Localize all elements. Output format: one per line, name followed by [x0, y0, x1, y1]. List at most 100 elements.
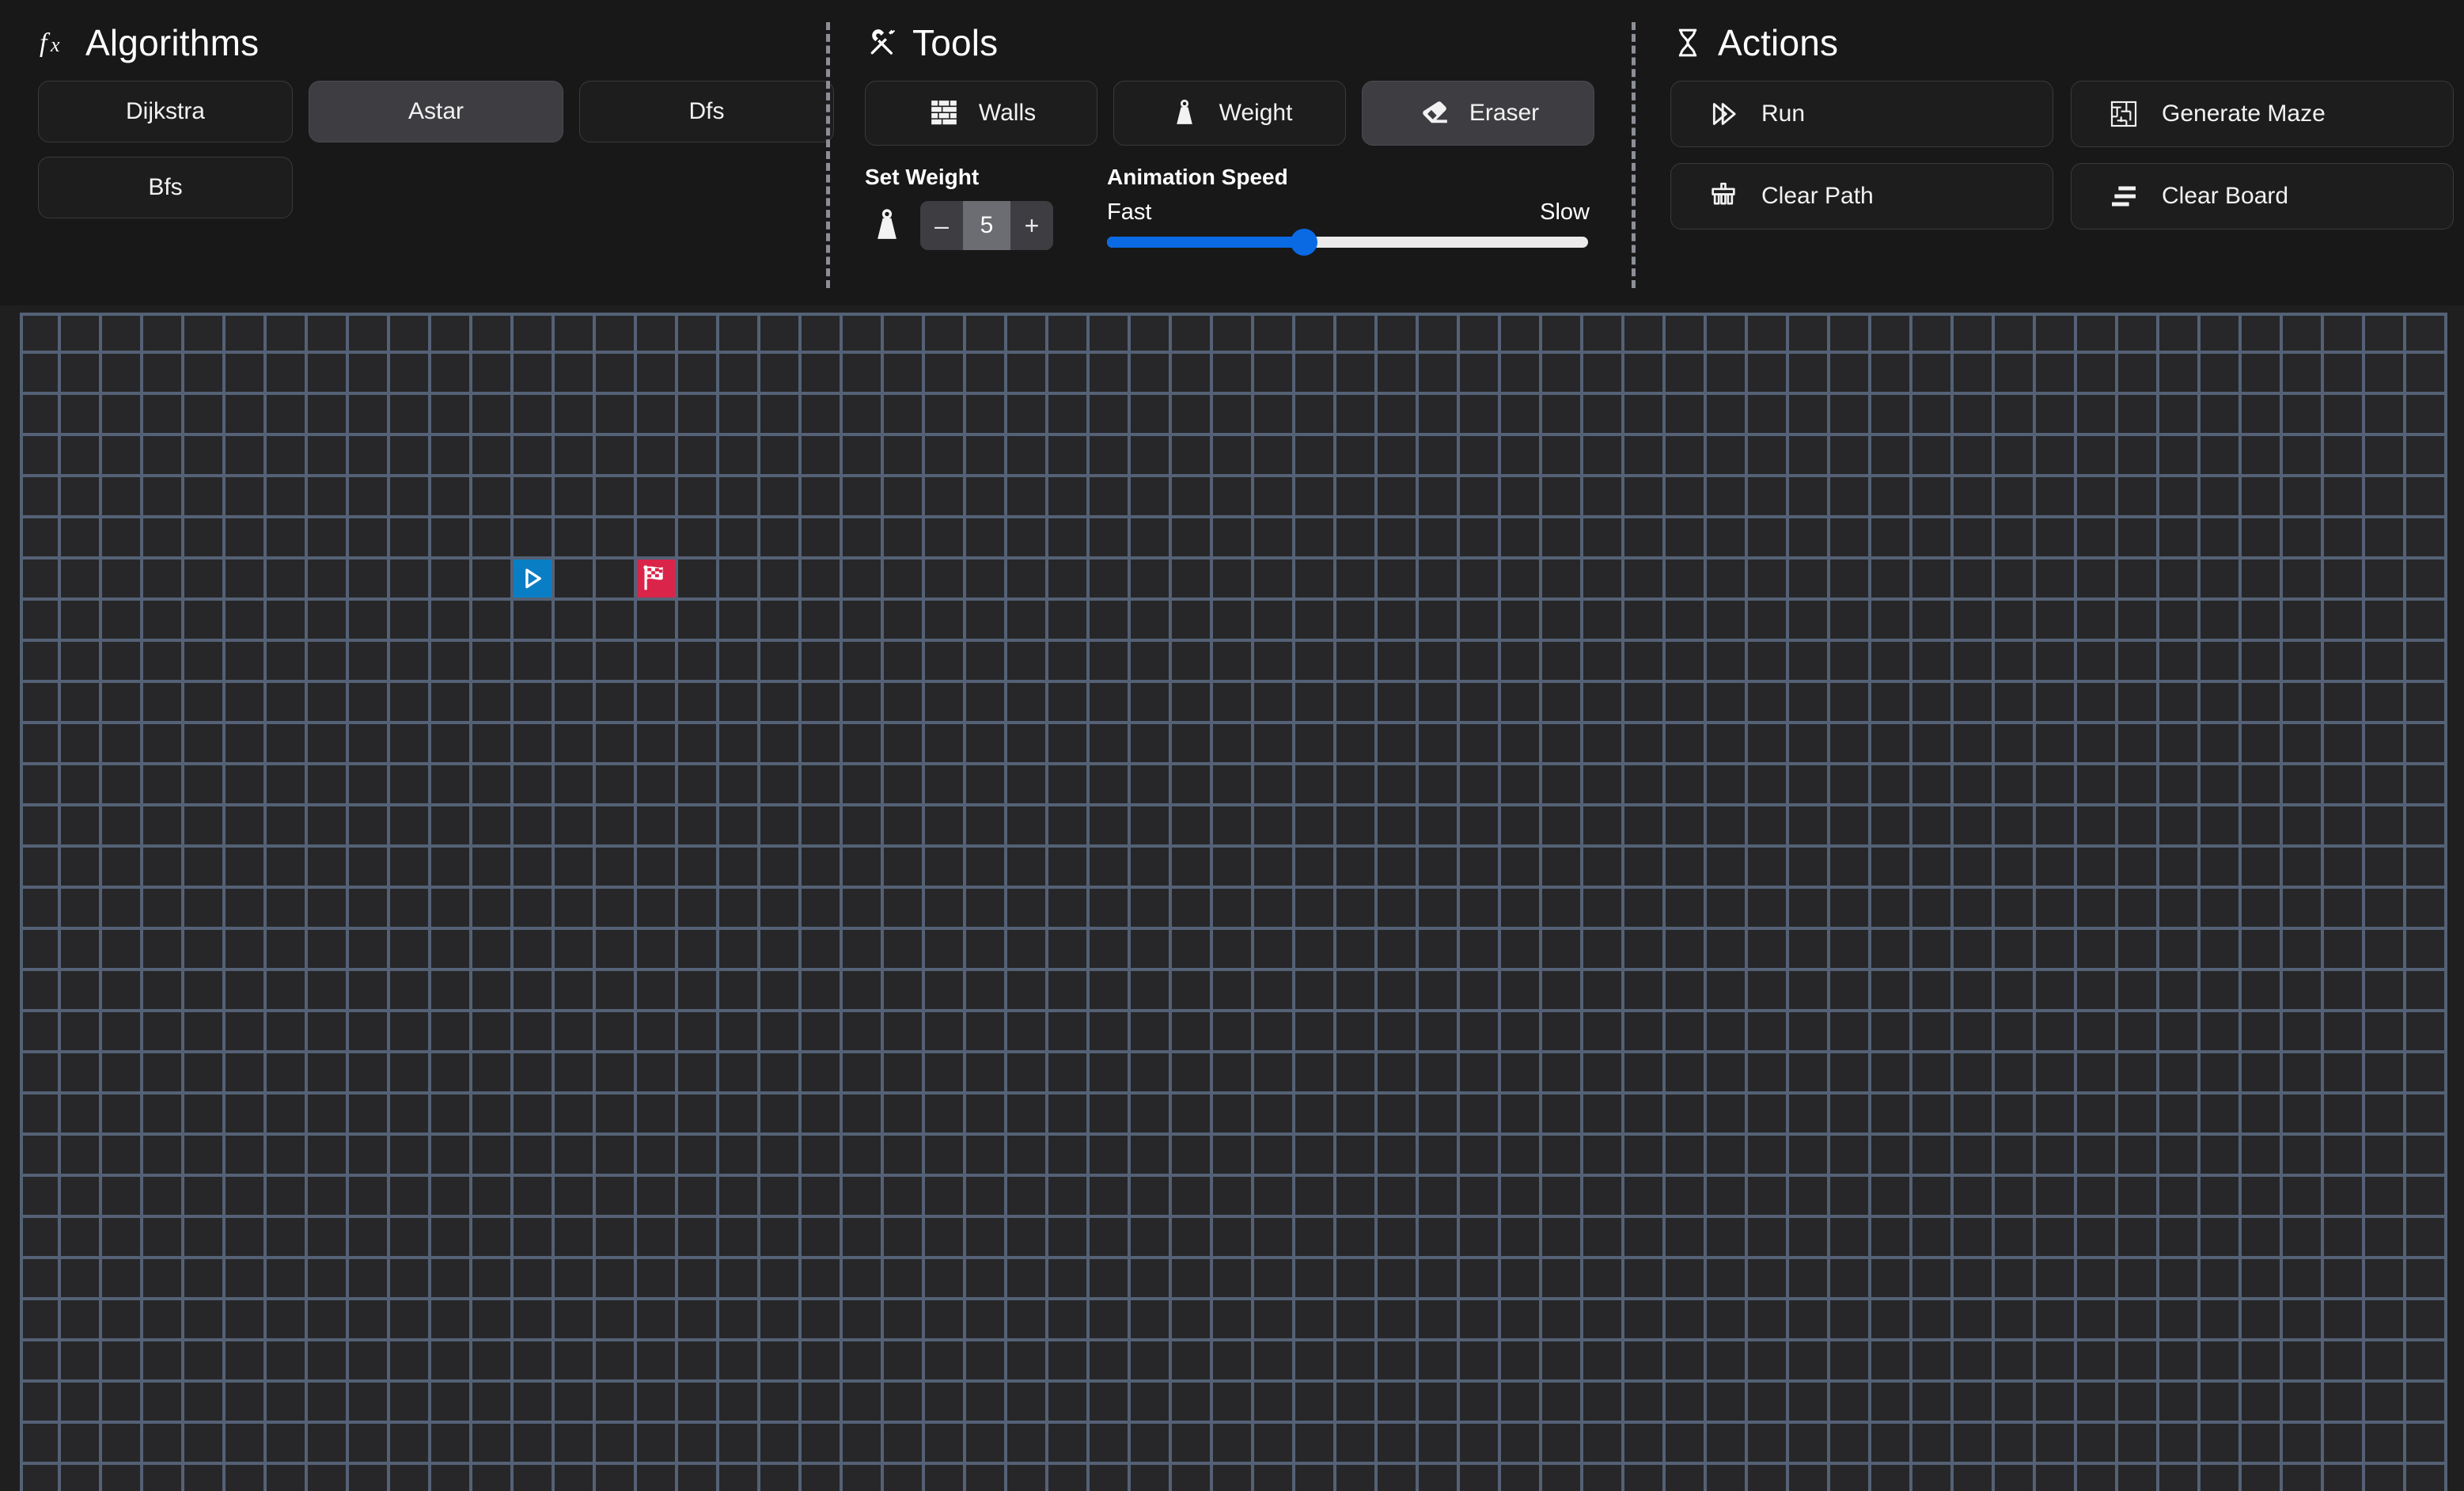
grid-cell[interactable]: [20, 683, 61, 724]
grid-cell[interactable]: [2242, 930, 2283, 971]
grid-cell[interactable]: [184, 395, 226, 436]
grid-cell[interactable]: [2077, 683, 2118, 724]
grid-cell[interactable]: [1871, 560, 1912, 601]
grid-cell[interactable]: [20, 971, 61, 1012]
grid-cell[interactable]: [143, 724, 184, 765]
grid-cell[interactable]: [184, 848, 226, 889]
grid-cell[interactable]: [226, 1383, 267, 1424]
grid-cell[interactable]: [678, 1053, 719, 1095]
grid-cell[interactable]: [2159, 1012, 2201, 1053]
grid-cell[interactable]: [2242, 601, 2283, 642]
grid-cell[interactable]: [2118, 848, 2159, 889]
grid-cell[interactable]: [2406, 560, 2447, 601]
grid-cell[interactable]: [1995, 1300, 2036, 1341]
grid-cell[interactable]: [1048, 724, 1090, 765]
grid-cell[interactable]: [2365, 683, 2406, 724]
grid-cell[interactable]: [1254, 1218, 1295, 1259]
grid-cell[interactable]: [1295, 601, 1336, 642]
grid-cell[interactable]: [226, 1424, 267, 1465]
grid-cell[interactable]: [1583, 848, 1624, 889]
grid-cell[interactable]: [308, 971, 349, 1012]
grid-cell[interactable]: [184, 889, 226, 930]
grid-cell[interactable]: [555, 889, 596, 930]
grid-cell[interactable]: [2077, 765, 2118, 806]
grid-cell[interactable]: [2365, 1177, 2406, 1218]
grid-cell[interactable]: [1090, 1424, 1131, 1465]
grid-cell[interactable]: [1583, 1259, 1624, 1300]
grid-cell[interactable]: [760, 1053, 802, 1095]
grid-cell[interactable]: [1954, 971, 1995, 1012]
grid-cell[interactable]: [1378, 889, 1419, 930]
grid-cell[interactable]: [1378, 765, 1419, 806]
grid-cell[interactable]: [1624, 313, 1666, 354]
grid-cell[interactable]: [678, 765, 719, 806]
grid-cell[interactable]: [1501, 1095, 1542, 1136]
grid-cell[interactable]: [1336, 436, 1378, 477]
grid-cell[interactable]: [349, 1136, 390, 1177]
grid-cell[interactable]: [1583, 1341, 1624, 1383]
grid-cell[interactable]: [2406, 1095, 2447, 1136]
grid-cell[interactable]: [349, 477, 390, 518]
grid-cell[interactable]: [390, 1095, 431, 1136]
grid-cell[interactable]: [596, 1218, 637, 1259]
grid-cell[interactable]: [2406, 395, 2447, 436]
grid-cell[interactable]: [1295, 560, 1336, 601]
grid-cell[interactable]: [1995, 642, 2036, 683]
grid-cell[interactable]: [1172, 1341, 1213, 1383]
grid-cell[interactable]: [184, 683, 226, 724]
grid-cell[interactable]: [1460, 971, 1501, 1012]
grid-cell[interactable]: [1090, 1300, 1131, 1341]
grid-cell[interactable]: [1995, 477, 2036, 518]
grid-cell[interactable]: [2324, 1218, 2365, 1259]
grid-cell[interactable]: [184, 1341, 226, 1383]
grid-cell[interactable]: [1954, 1177, 1995, 1218]
grid-cell[interactable]: [2201, 889, 2242, 930]
grid-cell[interactable]: [143, 313, 184, 354]
grid-cell[interactable]: [925, 436, 966, 477]
grid-cell[interactable]: [2242, 889, 2283, 930]
grid-cell[interactable]: [2242, 1383, 2283, 1424]
grid-cell[interactable]: [2324, 560, 2365, 601]
grid-cell[interactable]: [1501, 1136, 1542, 1177]
grid-cell[interactable]: [61, 765, 102, 806]
grid-cell[interactable]: [884, 1218, 925, 1259]
grid-cell[interactable]: [102, 848, 143, 889]
grid-cell[interactable]: [925, 1177, 966, 1218]
grid-cell[interactable]: [1871, 1424, 1912, 1465]
grid-cell[interactable]: [2077, 848, 2118, 889]
grid-cell[interactable]: [1295, 889, 1336, 930]
grid-cell[interactable]: [184, 1424, 226, 1465]
grid-cell[interactable]: [184, 354, 226, 395]
grid-cell[interactable]: [1830, 1465, 1871, 1491]
grid-cell[interactable]: [843, 765, 884, 806]
grid-cell[interactable]: [1624, 1300, 1666, 1341]
grid-cell[interactable]: [1871, 354, 1912, 395]
grid-cell[interactable]: [1090, 1095, 1131, 1136]
grid-cell[interactable]: [1748, 395, 1789, 436]
grid-cell[interactable]: [637, 724, 678, 765]
grid-cell[interactable]: [1131, 601, 1172, 642]
grid-cell[interactable]: [719, 683, 760, 724]
grid-cell[interactable]: [1254, 930, 1295, 971]
grid-cell[interactable]: [1213, 1424, 1254, 1465]
grid-cell[interactable]: [596, 806, 637, 848]
grid-cell[interactable]: [308, 683, 349, 724]
grid-cell[interactable]: [1666, 765, 1707, 806]
grid-cell[interactable]: [1624, 848, 1666, 889]
grid-cell[interactable]: [966, 1259, 1007, 1300]
grid-cell[interactable]: [1748, 1424, 1789, 1465]
grid-cell[interactable]: [1624, 477, 1666, 518]
grid-cell[interactable]: [2077, 1012, 2118, 1053]
grid-cell[interactable]: [184, 971, 226, 1012]
grid-cell[interactable]: [1172, 1012, 1213, 1053]
grid-cell[interactable]: [2406, 518, 2447, 560]
grid-cell[interactable]: [2283, 889, 2324, 930]
grid-cell[interactable]: [802, 1053, 843, 1095]
grid-cell[interactable]: [719, 930, 760, 971]
grid-cell[interactable]: [2242, 395, 2283, 436]
grid-cell[interactable]: [925, 518, 966, 560]
grid-cell[interactable]: [1542, 806, 1583, 848]
grid-cell[interactable]: [2036, 1300, 2077, 1341]
grid-cell[interactable]: [20, 395, 61, 436]
grid-cell[interactable]: [2283, 1383, 2324, 1424]
